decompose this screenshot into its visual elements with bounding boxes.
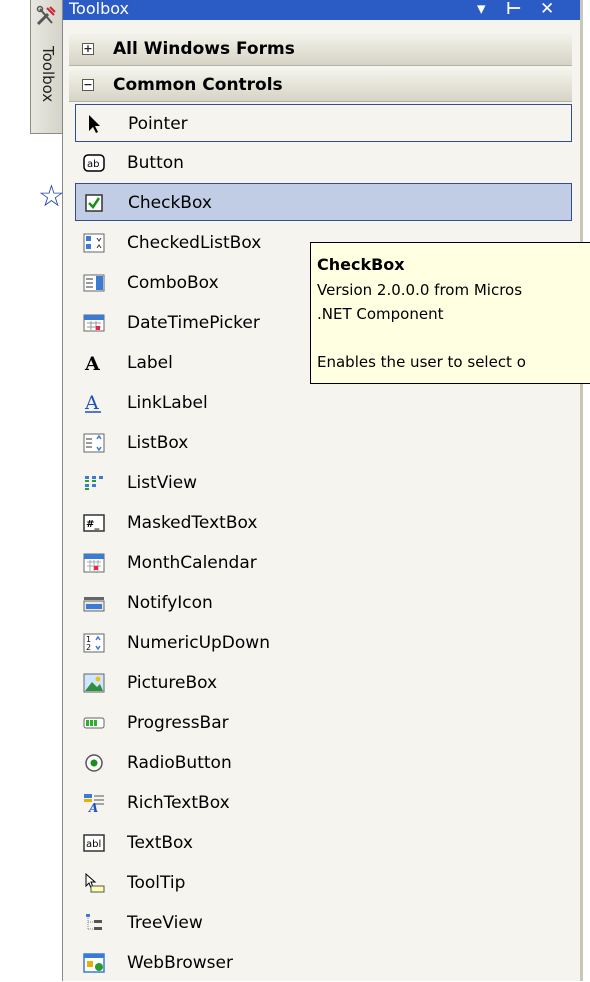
- toolbox-item-listbox[interactable]: ListBox: [75, 424, 572, 462]
- auto-hide-pin-button[interactable]: ⊢: [506, 0, 522, 18]
- toolbox-item-linklabel[interactable]: A LinkLabel: [75, 384, 572, 422]
- picturebox-icon: [83, 673, 105, 693]
- item-label: MonthCalendar: [127, 553, 257, 573]
- button-icon: ab: [83, 154, 105, 172]
- item-label: TextBox: [127, 833, 193, 853]
- category-all-windows-forms[interactable]: + All Windows Forms: [69, 34, 572, 66]
- monthcalendar-icon: [83, 553, 105, 573]
- item-label: PictureBox: [127, 673, 218, 693]
- tooltip-title: CheckBox: [317, 255, 405, 274]
- close-button[interactable]: ✕: [540, 0, 554, 18]
- tools-icon: [36, 5, 56, 26]
- svg-text:#_: #_: [86, 519, 99, 530]
- listview-icon: [85, 476, 103, 490]
- checkedlistbox-icon: [83, 233, 105, 253]
- toolbox-item-tooltip[interactable]: ToolTip: [75, 864, 572, 902]
- datetimepicker-icon: [83, 314, 105, 332]
- maskedtextbox-icon: #_: [83, 514, 105, 532]
- toolbox-tab-label: Toolbox: [39, 46, 57, 103]
- star-marker-icon: ☆: [38, 179, 65, 214]
- linklabel-icon: A: [84, 393, 101, 413]
- svg-text:A: A: [84, 393, 99, 413]
- item-label: RadioButton: [127, 753, 232, 773]
- svg-text:ab: ab: [87, 159, 99, 170]
- svg-text:2: 2: [86, 643, 91, 652]
- item-label: RichTextBox: [127, 793, 230, 813]
- textbox-icon: abl: [83, 834, 105, 852]
- item-label: ToolTip: [127, 873, 186, 893]
- webbrowser-icon: [83, 953, 105, 973]
- expand-icon[interactable]: +: [82, 43, 94, 55]
- svg-text:abl: abl: [86, 839, 101, 850]
- toolbox-item-progressbar[interactable]: ProgressBar: [75, 704, 572, 742]
- item-label: CheckBox: [128, 193, 212, 213]
- label-icon: A: [84, 353, 100, 373]
- checkbox-icon: [85, 194, 103, 212]
- toolbox-item-notifyicon[interactable]: NotifyIcon: [75, 584, 572, 622]
- toolbox-item-richtextbox[interactable]: A RichTextBox: [75, 784, 572, 822]
- numericupdown-icon: 12: [83, 633, 105, 653]
- svg-text:A: A: [88, 801, 98, 813]
- item-label: NotifyIcon: [127, 593, 213, 613]
- toolbox-item-button[interactable]: ab Button: [75, 144, 572, 182]
- dock-strip: Toolbox: [0, 0, 62, 981]
- tooltip-version: Version 2.0.0.0 from Micros: [317, 281, 523, 299]
- toolbox-item-listview[interactable]: ListView: [75, 464, 572, 502]
- toolbox-item-maskedtextbox[interactable]: #_ MaskedTextBox: [75, 504, 572, 542]
- item-label: MaskedTextBox: [127, 513, 258, 533]
- item-label: DateTimePicker: [127, 313, 260, 333]
- toolbox-item-radiobutton[interactable]: RadioButton: [75, 744, 572, 782]
- radiobutton-icon: [85, 754, 103, 772]
- toolbox-item-treeview[interactable]: TreeView: [75, 904, 572, 942]
- item-label: ComboBox: [127, 273, 219, 293]
- progressbar-icon: [83, 717, 105, 729]
- item-label: ListView: [127, 473, 198, 493]
- item-label: Button: [127, 153, 184, 173]
- item-label: WebBrowser: [127, 953, 233, 973]
- toolbox-panel: Toolbox ▾ ⊢ ✕ + All Windows Forms − Comm…: [62, 0, 583, 981]
- collapse-icon[interactable]: −: [82, 79, 94, 91]
- tooltip-description: Enables the user to select o: [317, 353, 526, 371]
- toolbox-item-webbrowser[interactable]: WebBrowser: [75, 944, 572, 982]
- item-label: ProgressBar: [127, 713, 229, 733]
- panel-title-bar: Toolbox ▾ ⊢ ✕: [63, 0, 580, 20]
- category-label: All Windows Forms: [113, 39, 295, 59]
- item-label: TreeView: [127, 913, 203, 933]
- richtextbox-icon: A: [84, 794, 104, 813]
- pointer-icon: [89, 115, 100, 133]
- treeview-icon: [86, 914, 102, 930]
- category-label: Common Controls: [113, 75, 283, 95]
- toolbox-item-checkbox[interactable]: CheckBox: [75, 183, 572, 221]
- listbox-icon: [83, 433, 105, 453]
- item-label: Pointer: [128, 114, 188, 134]
- toolbox-item-pointer[interactable]: Pointer: [75, 104, 572, 142]
- toolbox-item-picturebox[interactable]: PictureBox: [75, 664, 572, 702]
- toolbox-item-textbox[interactable]: abl TextBox: [75, 824, 572, 862]
- item-label: NumericUpDown: [127, 633, 270, 653]
- toolbox-item-monthcalendar[interactable]: MonthCalendar: [75, 544, 572, 582]
- toolbox-item-numericupdown[interactable]: 12 NumericUpDown: [75, 624, 572, 662]
- tooltip-component-type: .NET Component: [317, 305, 444, 323]
- item-label: CheckedListBox: [127, 233, 262, 253]
- notifyicon-icon: [83, 597, 105, 612]
- window-position-menu-button[interactable]: ▾: [477, 0, 486, 18]
- tooltip-icon: [85, 873, 105, 893]
- item-label: LinkLabel: [127, 393, 208, 413]
- svg-text:A: A: [84, 353, 100, 373]
- toolbox-dock-tab[interactable]: Toolbox: [30, 0, 62, 134]
- checkbox-tooltip: CheckBox Version 2.0.0.0 from Micros .NE…: [310, 242, 590, 384]
- item-label: Label: [127, 353, 173, 373]
- combobox-icon: [83, 274, 105, 292]
- panel-title: Toolbox: [69, 0, 129, 18]
- item-label: ListBox: [127, 433, 189, 453]
- category-common-controls[interactable]: − Common Controls: [69, 70, 572, 102]
